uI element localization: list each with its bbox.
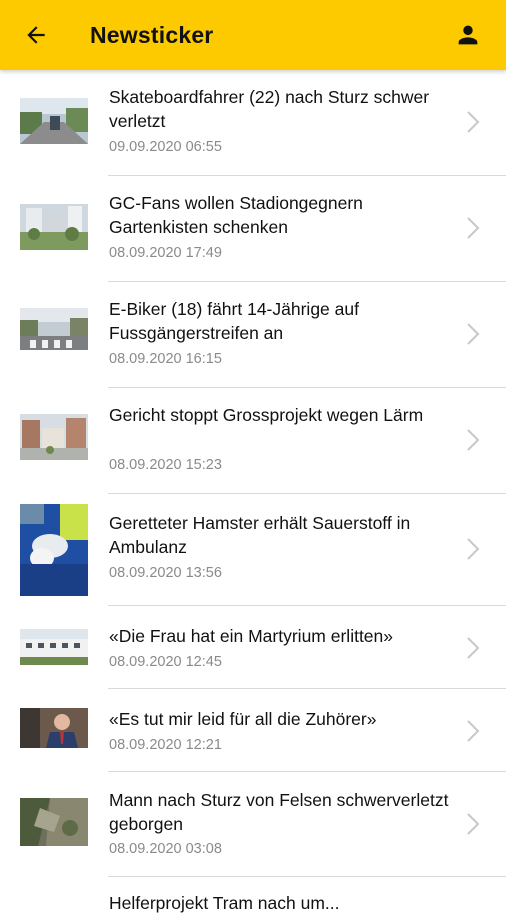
- thumbnail-image: [20, 504, 88, 596]
- article-timestamp: 08.09.2020 03:08: [109, 841, 222, 857]
- article-timestamp: 09.09.2020 06:55: [109, 139, 222, 155]
- news-list: Skateboardfahrer (22) nach Sturz schwer …: [0, 70, 506, 917]
- list-item[interactable]: Geretteter Hamster erhält Sauerstoff in …: [0, 494, 506, 606]
- article-timestamp: 08.09.2020 16:15: [109, 351, 222, 367]
- profile-button[interactable]: [450, 17, 486, 53]
- list-item[interactable]: «Es tut mir leid für all die Zuhörer» 08…: [0, 689, 506, 772]
- list-item[interactable]: E-Biker (18) fährt 14-Jährige auf Fussgä…: [0, 282, 506, 388]
- person-icon: [458, 25, 478, 45]
- thumbnail-image: [20, 708, 88, 748]
- article-headline: «Die Frau hat ein Martyrium erlitten»: [109, 626, 393, 646]
- chevron-right-icon: [467, 429, 480, 451]
- app-bar: Newsticker: [0, 0, 506, 70]
- article-headline: E-Biker (18) fährt 14-Jährige auf Fussgä…: [109, 299, 359, 343]
- list-item[interactable]: Helferprojekt Tram nach um...: [0, 877, 506, 917]
- chevron-right-icon: [467, 720, 480, 742]
- article-headline: Helferprojekt Tram nach um...: [109, 893, 340, 913]
- chevron-right-icon: [467, 813, 480, 835]
- chevron-right-icon: [467, 323, 480, 345]
- list-item[interactable]: GC-Fans wollen Stadiongegnern Gartenkist…: [0, 176, 506, 282]
- article-headline: Skateboardfahrer (22) nach Sturz schwer …: [109, 87, 430, 131]
- list-item[interactable]: Mann nach Sturz von Felsen schwerverletz…: [0, 772, 506, 877]
- thumbnail-image: [20, 629, 88, 665]
- article-timestamp: 08.09.2020 13:56: [109, 565, 222, 581]
- back-button[interactable]: [18, 17, 54, 53]
- page-title: Newsticker: [90, 22, 214, 48]
- list-item[interactable]: «Die Frau hat ein Martyrium erlitten» 08…: [0, 606, 506, 689]
- article-headline: Gericht stoppt Grossprojekt wegen Lärm: [109, 405, 424, 425]
- article-headline: GC-Fans wollen Stadiongegnern Gartenkist…: [109, 193, 363, 237]
- article-timestamp: 08.09.2020 12:21: [109, 737, 222, 753]
- article-headline: Geretteter Hamster erhält Sauerstoff in …: [109, 513, 411, 557]
- chevron-right-icon: [467, 111, 480, 133]
- chevron-right-icon: [467, 217, 480, 239]
- list-item[interactable]: Skateboardfahrer (22) nach Sturz schwer …: [0, 70, 506, 176]
- thumbnail-image: [20, 98, 88, 144]
- list-item[interactable]: Gericht stoppt Grossprojekt wegen Lärm 0…: [0, 388, 506, 494]
- thumbnail-image: [20, 204, 88, 250]
- article-timestamp: 08.09.2020 17:49: [109, 245, 222, 261]
- article-timestamp: 08.09.2020 15:23: [109, 457, 222, 473]
- chevron-right-icon: [467, 538, 480, 560]
- thumbnail-image: [20, 308, 88, 350]
- article-headline: Mann nach Sturz von Felsen schwerverletz…: [109, 790, 449, 834]
- article-timestamp: 08.09.2020 12:45: [109, 654, 222, 670]
- thumbnail-image: [20, 414, 88, 460]
- arrow-left-icon: [27, 26, 45, 44]
- thumbnail-image: [20, 798, 88, 846]
- article-headline: «Es tut mir leid für all die Zuhörer»: [109, 709, 377, 729]
- chevron-right-icon: [467, 637, 480, 659]
